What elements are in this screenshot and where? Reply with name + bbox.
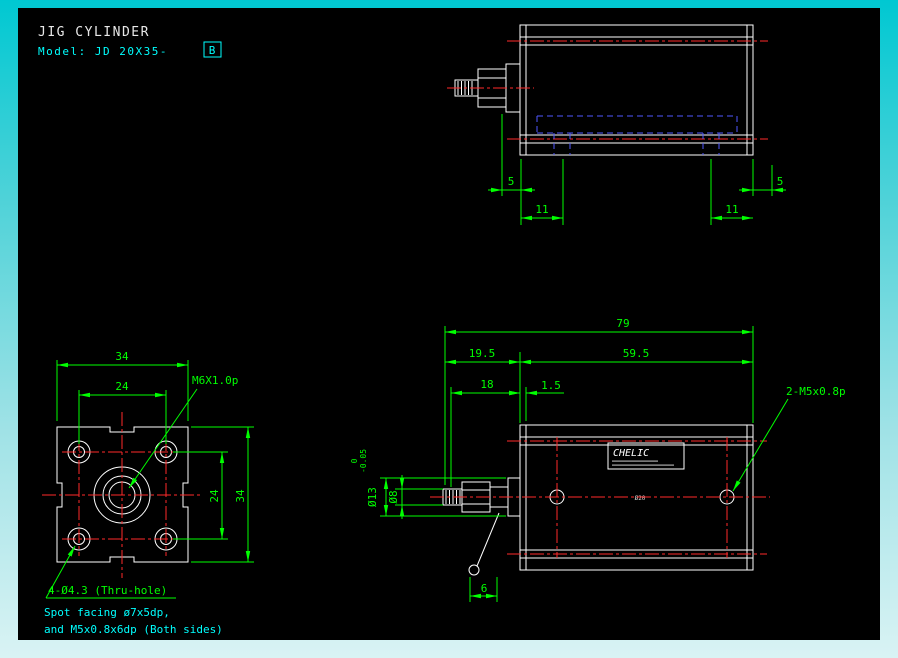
dim-height-24: 24 (208, 489, 221, 503)
ports-label: 2-M5x0.8p (786, 385, 846, 398)
note-spot-facing-1: Spot facing ø7x5dp, (44, 606, 170, 619)
note-thru-hole: 4-Ø4.3 (Thru-hole) (48, 584, 167, 597)
dim-dia-13: Ø13 (366, 487, 379, 507)
dim-rod-19-5: 19.5 (469, 347, 496, 360)
dim-width-24: 24 (115, 380, 129, 393)
thread-label: M6X1.0p (192, 374, 238, 387)
dim-6: 6 (481, 582, 488, 595)
dim-total-79: 79 (616, 317, 629, 330)
tolerance-upper: 0 (350, 458, 359, 463)
dim-dia-8: Ø8 (387, 490, 400, 503)
label-fine-print-line (612, 464, 674, 466)
cad-drawing: JIG CYLINDER Model: JD 20X35- B 5 11 11 … (18, 8, 880, 640)
bore-label: Ø20 (635, 495, 646, 502)
label-fine-print-line (612, 460, 658, 462)
tolerance-lower: -0.05 (359, 449, 368, 473)
note-spot-facing-2: and M5x0.8x6dp (Both sides) (44, 623, 223, 636)
dim-left-5: 5 (508, 175, 515, 188)
dim-left-11: 11 (535, 203, 548, 216)
model-label: Model: JD 20X35- (38, 45, 168, 58)
dim-width-34: 34 (115, 350, 129, 363)
dim-18: 18 (480, 378, 493, 391)
cad-window: JIG CYLINDER Model: JD 20X35- B 5 11 11 … (0, 0, 898, 658)
brand-name: CHELIC (613, 448, 649, 459)
model-code: B (209, 44, 216, 57)
dim-right-11: 11 (725, 203, 738, 216)
drawing-canvas[interactable] (18, 8, 880, 640)
dim-body-59-5: 59.5 (623, 347, 650, 360)
dim-1-5: 1.5 (541, 379, 561, 392)
drawing-title: JIG CYLINDER (38, 25, 150, 40)
dim-height-34: 34 (234, 489, 247, 503)
dim-right-5: 5 (777, 175, 784, 188)
